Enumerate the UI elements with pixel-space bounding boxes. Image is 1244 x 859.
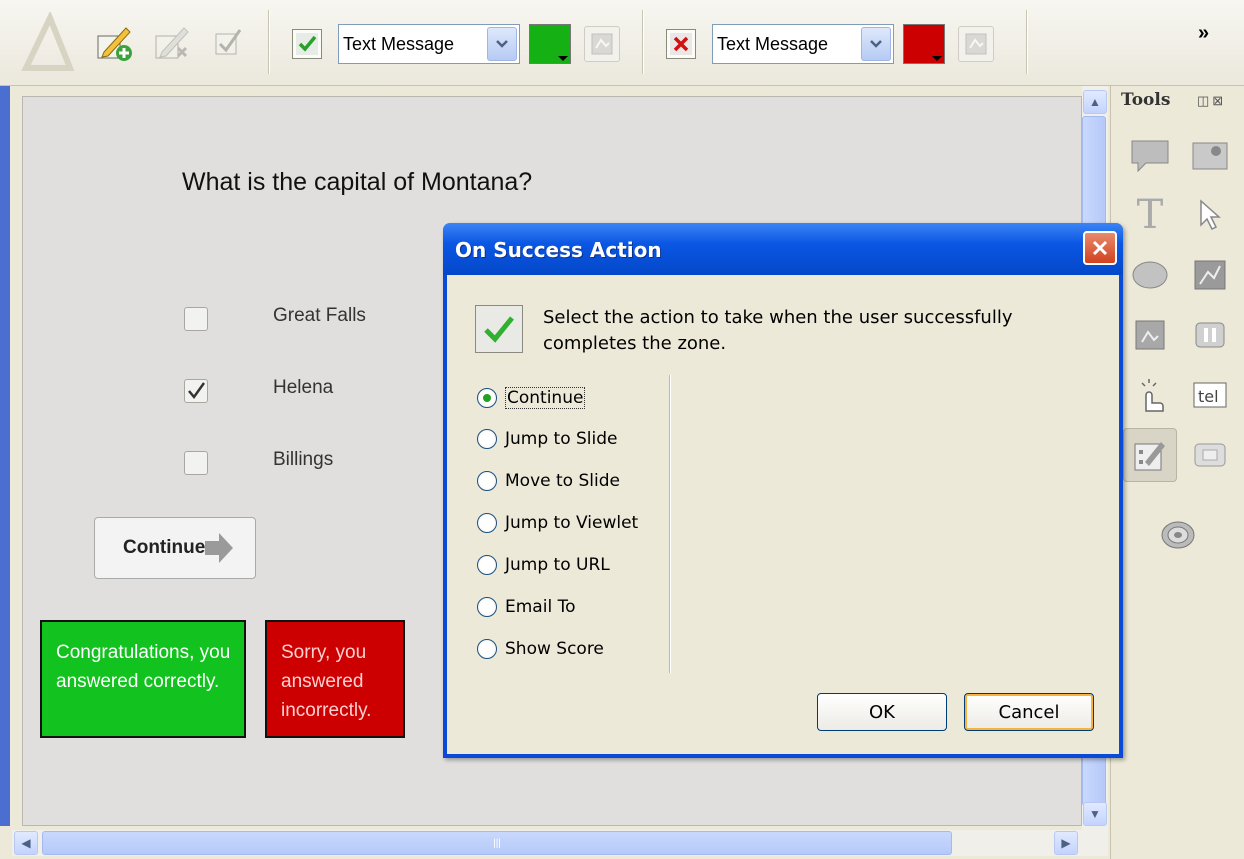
- flash-icon[interactable]: [1183, 248, 1237, 302]
- validate-icon[interactable]: [206, 20, 250, 64]
- radio-label: Jump to URL: [505, 555, 610, 575]
- radio-show-score[interactable]: Show Score: [477, 639, 604, 659]
- radio-jump-to-url[interactable]: Jump to URL: [477, 555, 610, 575]
- horizontal-scroll-thumb[interactable]: |||: [42, 831, 952, 855]
- logo-icon: [18, 10, 78, 74]
- panel-controls-icon[interactable]: ◫⊠: [1197, 93, 1226, 109]
- checkmark-icon: [188, 382, 206, 400]
- failure-image-icon[interactable]: [958, 26, 994, 62]
- toolbar: Text Message Text Message »: [0, 0, 1244, 86]
- toolbar-overflow-icon[interactable]: »: [1198, 22, 1209, 45]
- success-message-box[interactable]: Congratulations, you answered correctly.: [40, 620, 246, 738]
- success-action-value: Text Message: [343, 34, 455, 54]
- failure-action-value: Text Message: [717, 34, 829, 54]
- dialog-titlebar[interactable]: On Success Action: [443, 223, 1123, 275]
- text-icon[interactable]: T: [1123, 188, 1177, 242]
- success-action-select[interactable]: Text Message: [338, 24, 520, 64]
- option-label-billings: Billings: [273, 449, 334, 470]
- radio-button[interactable]: [477, 471, 497, 491]
- radio-jump-to-slide[interactable]: Jump to Slide: [477, 429, 618, 449]
- option-checkbox-billings[interactable]: [184, 451, 208, 475]
- toolbar-separator: [642, 10, 644, 74]
- option-label-great-falls: Great Falls: [273, 305, 366, 326]
- option-checkbox-helena[interactable]: [184, 379, 208, 403]
- image-zone-icon[interactable]: [1123, 308, 1177, 362]
- radio-email-to[interactable]: Email To: [477, 597, 575, 617]
- tools-title: Tools: [1121, 90, 1171, 110]
- callout-icon[interactable]: [1123, 128, 1177, 182]
- radio-button[interactable]: [477, 555, 497, 575]
- remove-zone-icon[interactable]: [150, 20, 194, 64]
- success-check-icon[interactable]: [292, 29, 322, 59]
- radio-label: Continue: [505, 387, 586, 409]
- image-icon[interactable]: [1183, 128, 1237, 182]
- failure-message-box[interactable]: Sorry, you answered incorrectly.: [265, 620, 405, 738]
- ok-button[interactable]: OK: [817, 693, 947, 731]
- chevron-down-icon[interactable]: [861, 27, 891, 61]
- dialog-divider: [669, 375, 671, 673]
- scroll-right-icon[interactable]: ▶: [1054, 831, 1078, 855]
- scroll-left-icon[interactable]: ◀: [14, 831, 38, 855]
- window-edge: [0, 86, 10, 826]
- dialog-title: On Success Action: [455, 238, 662, 262]
- chevron-down-icon[interactable]: [487, 27, 517, 61]
- dialog-body: Select the action to take when the user …: [447, 275, 1119, 754]
- radio-label: Show Score: [505, 639, 604, 659]
- pause-icon[interactable]: [1183, 308, 1237, 362]
- success-image-icon[interactable]: [584, 26, 620, 62]
- toolbar-separator: [268, 10, 270, 74]
- tools-panel: Tools ◫⊠ T tel: [1110, 86, 1244, 859]
- failure-action-select[interactable]: Text Message: [712, 24, 894, 64]
- radio-button[interactable]: [477, 388, 497, 408]
- radio-label: Jump to Viewlet: [505, 513, 639, 533]
- radio-label: Jump to Slide: [505, 429, 618, 449]
- radio-button[interactable]: [477, 429, 497, 449]
- failure-color-button[interactable]: [903, 24, 945, 64]
- text-entry-icon[interactable]: tel: [1183, 368, 1237, 422]
- toolbar-separator: [1026, 10, 1028, 74]
- hotspot-icon[interactable]: [1123, 368, 1177, 422]
- failure-x-icon[interactable]: [666, 29, 696, 59]
- radio-button[interactable]: [477, 597, 497, 617]
- svg-text:tel: tel: [1198, 387, 1219, 406]
- radio-jump-to-viewlet[interactable]: Jump to Viewlet: [477, 513, 638, 533]
- arrow-right-icon: [205, 533, 234, 563]
- on-success-action-dialog: On Success Action Select the action to t…: [443, 223, 1123, 758]
- quiz-question: What is the capital of Montana?: [182, 168, 533, 196]
- button-icon[interactable]: [1183, 428, 1237, 482]
- close-icon[interactable]: [1083, 231, 1117, 265]
- radio-button[interactable]: [477, 513, 497, 533]
- radio-label: Move to Slide: [505, 471, 620, 491]
- scroll-up-icon[interactable]: ▲: [1083, 90, 1107, 114]
- radio-move-to-slide[interactable]: Move to Slide: [477, 471, 620, 491]
- pointer-icon[interactable]: [1183, 188, 1237, 242]
- highlight-icon[interactable]: [1123, 248, 1177, 302]
- option-label-helena: Helena: [273, 377, 334, 398]
- success-color-button[interactable]: [529, 24, 571, 64]
- radio-label: Email To: [505, 597, 576, 617]
- continue-button-label: Continue: [123, 537, 206, 558]
- spiral-icon[interactable]: [1151, 508, 1205, 562]
- cancel-button[interactable]: Cancel: [964, 693, 1094, 731]
- radio-continue[interactable]: Continue: [477, 387, 586, 409]
- scroll-down-icon[interactable]: ▼: [1083, 802, 1107, 826]
- add-zone-icon[interactable]: [92, 20, 136, 64]
- radio-button[interactable]: [477, 639, 497, 659]
- horizontal-scrollbar[interactable]: ◀ ||| ▶: [12, 830, 1108, 856]
- dialog-message: Select the action to take when the user …: [543, 307, 1013, 354]
- option-checkbox-great-falls[interactable]: [184, 307, 208, 331]
- success-check-icon: [475, 305, 523, 353]
- continue-button[interactable]: Continue: [94, 517, 256, 579]
- quiz-icon[interactable]: [1123, 428, 1177, 482]
